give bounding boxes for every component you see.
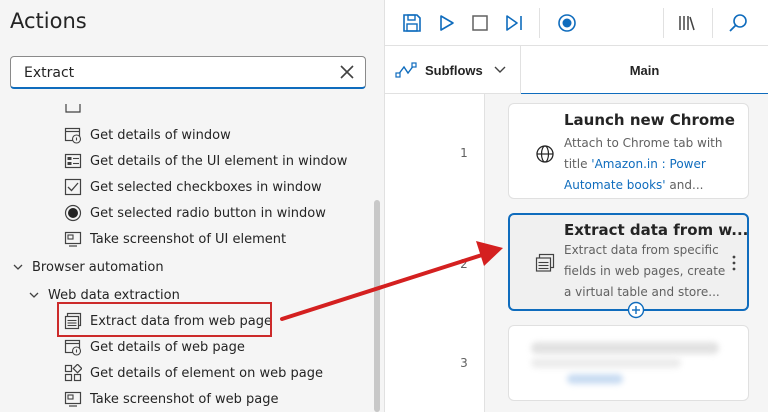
- actions-pane: Actions Get details of window: [0, 0, 384, 412]
- tree-item-label: Get details of element on web page: [90, 365, 323, 381]
- step-title: Extract data from w...: [564, 221, 749, 239]
- tree-group-label: Browser automation: [32, 259, 164, 275]
- tree-item-label: Take screenshot of web page: [90, 391, 279, 407]
- screenshot-icon: [64, 391, 82, 407]
- designer-toolbar: [385, 0, 768, 46]
- stop-icon[interactable]: [469, 12, 491, 34]
- screenshot-icon: [64, 231, 82, 247]
- toolbar-separator: [539, 8, 540, 38]
- tree-item-label: Get details of window: [90, 127, 231, 143]
- scrollbar-thumb[interactable]: [374, 200, 380, 412]
- radio-button-icon: [64, 204, 82, 222]
- tree-item[interactable]: Get selected radio button in window: [0, 200, 372, 226]
- search-input[interactable]: [24, 63, 324, 83]
- subflows-dropdown[interactable]: Subflows: [395, 60, 507, 80]
- line-number: 1: [460, 146, 468, 160]
- search-box[interactable]: [10, 56, 366, 89]
- step-description: Extract data from specific fields in web…: [564, 243, 726, 299]
- chevron-down-icon: [29, 292, 39, 298]
- search-icon[interactable]: [727, 12, 749, 34]
- flow-designer: Subflows Main 1 2 3 Launch new Chrome At…: [384, 0, 768, 412]
- tree-item[interactable]: Get details of the UI element in window: [0, 148, 372, 174]
- chevron-down-icon: [494, 66, 506, 73]
- subflows-label: Subflows: [425, 62, 483, 78]
- add-action-icon[interactable]: [627, 301, 645, 319]
- tree-item[interactable]: Take screenshot of web page: [0, 386, 372, 412]
- step-title: Launch new Chrome: [564, 111, 735, 129]
- tree-item-label: Get details of web page: [90, 339, 245, 355]
- toolbar-separator: [663, 8, 664, 38]
- close-icon[interactable]: [338, 63, 356, 81]
- subflows-icon: [395, 62, 417, 78]
- tree-item-label: Get selected checkboxes in window: [90, 179, 322, 195]
- tree-row-partial: [0, 102, 372, 116]
- tree-subgroup-label: Web data extraction: [48, 287, 180, 303]
- tree-item[interactable]: Get details of web page: [0, 334, 372, 360]
- flow-step-extract-data[interactable]: Extract data from w... Extract data from…: [508, 213, 749, 311]
- step-description: Attach to Chrome tab with title 'Amazon.…: [564, 133, 742, 196]
- blurred-text: [531, 358, 681, 368]
- tab-main[interactable]: Main: [520, 46, 768, 95]
- checkbox-icon: [64, 178, 82, 196]
- line-number: 2: [460, 257, 468, 271]
- window-info-icon: [64, 127, 82, 144]
- tree-item[interactable]: Get details of window: [0, 122, 372, 148]
- line-number: 3: [460, 356, 468, 370]
- tree-group-browser-automation[interactable]: Browser automation: [0, 254, 372, 280]
- flow-step-3[interactable]: [508, 325, 749, 401]
- more-options-icon[interactable]: [731, 253, 737, 273]
- window-icon: [65, 104, 81, 113]
- toolbar-separator: [712, 8, 713, 38]
- extract-data-icon: [535, 253, 555, 272]
- tree-item[interactable]: Take screenshot of UI element: [0, 226, 372, 252]
- web-page-info-icon: [64, 339, 82, 356]
- tree-item[interactable]: Get details of element on web page: [0, 360, 372, 386]
- save-icon[interactable]: [401, 12, 423, 34]
- globe-icon: [536, 145, 554, 163]
- run-next-action-icon[interactable]: [503, 12, 525, 34]
- ui-element-details-icon: [64, 153, 82, 169]
- variables-icon[interactable]: [675, 12, 697, 34]
- run-icon[interactable]: [435, 12, 457, 34]
- record-icon[interactable]: [556, 12, 578, 34]
- tree-item-label: Take screenshot of UI element: [90, 231, 287, 247]
- blurred-title: [531, 342, 719, 354]
- blurred-link: [567, 374, 623, 384]
- tree-item-label: Get selected radio button in window: [90, 205, 326, 221]
- tab-bar: Subflows Main: [385, 46, 768, 95]
- annotation-highlight-box: [57, 302, 272, 337]
- chevron-down-icon: [13, 264, 23, 270]
- element-details-icon: [64, 364, 82, 382]
- tree-item-label: Get details of the UI element in window: [90, 153, 348, 169]
- tab-main-label: Main: [629, 63, 660, 78]
- line-number-gutter: 1 2 3: [385, 94, 485, 412]
- flow-step-launch-chrome[interactable]: Launch new Chrome Attach to Chrome tab w…: [508, 103, 749, 199]
- step-desc-suffix: and...: [665, 178, 704, 192]
- actions-tree: Get details of window Get details of the…: [0, 100, 372, 412]
- actions-title: Actions: [10, 9, 87, 33]
- tree-item[interactable]: Get selected checkboxes in window: [0, 174, 372, 200]
